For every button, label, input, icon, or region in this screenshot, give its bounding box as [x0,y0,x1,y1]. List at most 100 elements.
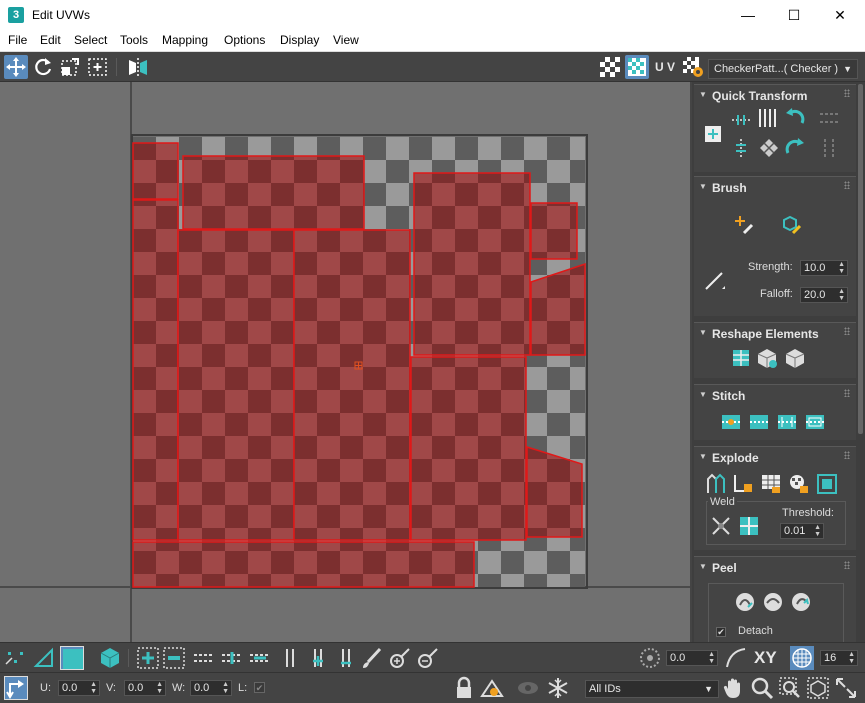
relax-options-button[interactable] [784,347,806,369]
grip-icon[interactable] [844,181,850,189]
spinner-arrows-icon[interactable]: ▲ ▼ [814,524,821,538]
collapse-icon[interactable]: ▼ [699,182,707,191]
zoom-region-button[interactable] [778,676,802,700]
spinner-arrows-icon[interactable]: ▲ ▼ [848,651,855,665]
grip-icon[interactable] [844,327,850,335]
vertex-mode-button[interactable] [4,646,28,670]
absolute-mode-button[interactable] [4,676,28,700]
menu-edit[interactable]: Edit [40,33,61,47]
flatten-by-smoothing-button[interactable] [788,473,810,495]
uv-island[interactable] [177,229,295,541]
straighten-button[interactable] [730,347,752,369]
uv-island[interactable] [182,155,365,230]
flatten-by-polygon-button[interactable] [760,473,782,495]
menu-display[interactable]: Display [280,33,319,47]
space-horizontal-button[interactable] [818,107,840,129]
xy-axis-toggle[interactable]: XY [754,648,777,668]
flatten-by-material-button[interactable] [816,473,838,495]
checker-toggle-button[interactable] [598,55,622,79]
stitch-custom-button[interactable] [720,411,742,433]
uv-island[interactable] [132,541,475,588]
ring-select-button[interactable] [278,646,302,670]
set-pivot-button[interactable] [702,123,724,145]
u-spinner[interactable]: 0.0 ▲ ▼ [58,680,100,696]
freeze-button[interactable] [546,676,570,700]
spinner-arrows-icon[interactable]: ▲ ▼ [708,651,715,665]
close-button[interactable]: ✕ [817,0,863,30]
uv-island[interactable] [132,142,179,200]
angle-spinner[interactable]: 0.0 ▲ ▼ [666,650,718,666]
texture-dropdown[interactable]: CheckerPatt...( Checker ) ▼ [708,59,858,79]
zoom-button[interactable] [750,676,774,700]
uv-editor-viewport[interactable] [0,82,690,642]
spinner-arrows-icon[interactable]: ▲ ▼ [838,288,845,302]
threshold-spinner[interactable]: 0.01 ▲ ▼ [780,523,824,539]
break-button[interactable] [704,473,726,495]
pan-button[interactable] [722,676,746,700]
stitch-to-target-button[interactable] [804,411,826,433]
maximize-button[interactable]: ☐ [771,0,817,30]
loop-select-button[interactable] [192,646,216,670]
w-spinner[interactable]: 0.0 ▲ ▼ [190,680,232,696]
paint-select-button[interactable] [360,646,384,670]
align-vertical-button[interactable] [730,137,752,159]
paint-move-button[interactable] [732,213,754,235]
rotate-ccw-button[interactable] [784,107,806,129]
menu-view[interactable]: View [333,33,359,47]
shrink-selection-button[interactable] [162,646,186,670]
collapse-icon[interactable]: ▼ [699,328,707,337]
falloff-spinner[interactable]: 20.0 ▲ ▼ [800,287,848,303]
space-vertical-alt-button[interactable] [818,137,840,159]
spinner-arrows-icon[interactable]: ▲ ▼ [838,261,845,275]
texture-options-button[interactable] [681,55,705,79]
detach-edge-button[interactable] [732,473,754,495]
collapse-icon[interactable]: ▼ [699,452,707,461]
collapse-icon[interactable]: ▼ [699,390,707,399]
menu-select[interactable]: Select [74,33,107,47]
l-checkbox[interactable]: ✔ [254,682,265,693]
ring-shrink-button[interactable] [334,646,358,670]
loop-shrink-button[interactable] [248,646,272,670]
align-horizontal-button[interactable] [730,109,752,131]
spinner-arrows-icon[interactable]: ▲ ▼ [90,681,97,695]
uv-island[interactable] [132,199,179,541]
element-mode-button[interactable] [98,646,122,670]
collapse-icon[interactable]: ▼ [699,90,707,99]
spinner-arrows-icon[interactable]: ▲ ▼ [222,681,229,695]
quick-peel-button[interactable] [734,591,756,613]
minimize-button[interactable]: — [725,0,771,30]
align-grid-button[interactable] [758,137,780,159]
scale-tool-button[interactable] [58,55,82,79]
face-mode-button[interactable] [60,646,84,670]
weld-selected-button[interactable] [710,515,732,537]
stitch-average-button[interactable] [776,411,798,433]
weld-target-button[interactable] [738,515,760,537]
rotate-cw-button[interactable] [784,137,806,159]
hide-selected-button[interactable] [516,676,540,700]
peel-mode-button[interactable] [762,591,784,613]
snap-angle-button[interactable] [638,646,662,670]
grip-icon[interactable] [844,89,850,97]
stitch-to-source-button[interactable] [748,411,770,433]
grip-icon[interactable] [844,451,850,459]
zoom-extents-button[interactable] [806,676,830,700]
uv-axis-label[interactable]: U V [655,60,675,74]
menu-file[interactable]: File [8,33,27,47]
collapse-icon[interactable]: ▼ [699,562,707,571]
panel-scrollbar[interactable] [858,84,863,434]
uv-island[interactable] [413,172,531,356]
uv-island[interactable] [530,202,578,260]
grid-size-spinner[interactable]: 16 ▲ ▼ [820,650,858,666]
paint-grow-button[interactable] [388,646,412,670]
reshape-elements-title[interactable]: Reshape Elements [712,327,819,341]
loop-grow-button[interactable] [220,646,244,670]
menu-tools[interactable]: Tools [120,33,148,47]
grip-icon[interactable] [844,561,850,569]
uv-island[interactable] [293,229,411,541]
grow-selection-button[interactable] [136,646,160,670]
menu-options[interactable]: Options [224,33,265,47]
zoom-selected-button[interactable] [834,676,858,700]
freeform-tool-button[interactable] [86,55,110,79]
paint-shrink-button[interactable] [416,646,440,670]
v-spinner[interactable]: 0.0 ▲ ▼ [124,680,166,696]
